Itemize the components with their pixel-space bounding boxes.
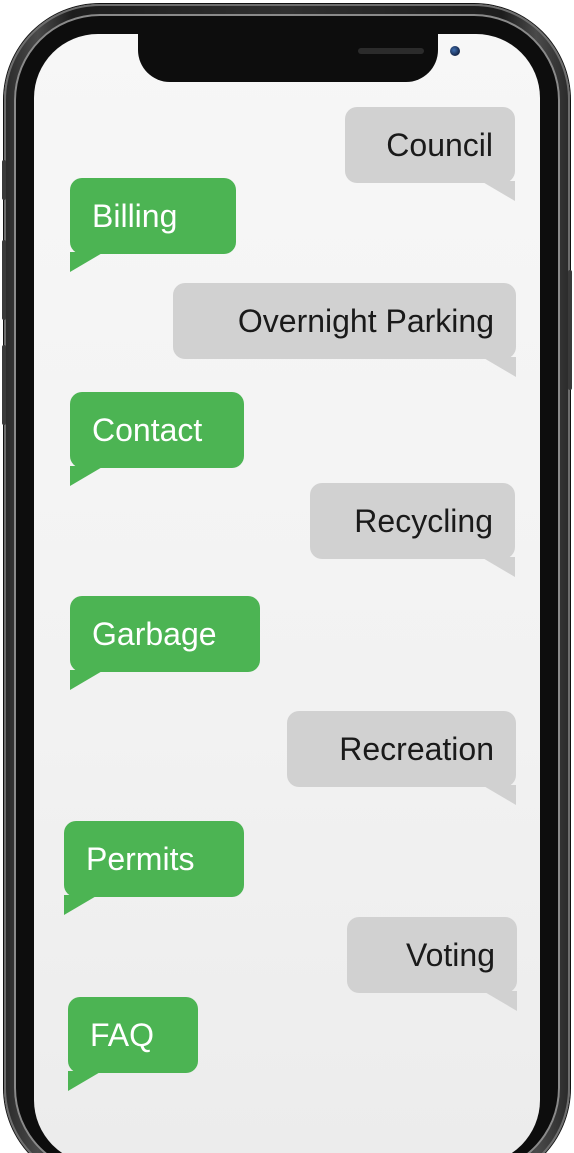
message-label: Permits xyxy=(86,841,195,877)
message-label: Garbage xyxy=(92,616,217,652)
mute-switch xyxy=(2,160,6,200)
volume-up-button xyxy=(2,240,6,320)
phone-screen: Council Billing Overnight Parking Contac… xyxy=(34,34,540,1153)
message-label: Council xyxy=(386,127,493,163)
message-bubble-overnight-parking[interactable]: Overnight Parking xyxy=(173,283,516,377)
message-bubble-garbage[interactable]: Garbage xyxy=(70,596,260,690)
message-label: Recreation xyxy=(339,731,494,767)
message-label: Recycling xyxy=(354,503,493,539)
message-bubble-voting[interactable]: Voting xyxy=(347,917,517,1011)
message-bubble-faq[interactable]: FAQ xyxy=(68,997,198,1091)
message-label: Contact xyxy=(92,412,203,448)
message-label: FAQ xyxy=(90,1017,155,1053)
power-button xyxy=(568,270,572,390)
message-bubble-council[interactable]: Council xyxy=(345,107,515,201)
message-bubble-recreation[interactable]: Recreation xyxy=(287,711,516,805)
message-bubble-contact[interactable]: Contact xyxy=(70,392,244,486)
notch xyxy=(138,34,460,82)
volume-down-button xyxy=(2,345,6,425)
message-bubble-permits[interactable]: Permits xyxy=(64,821,244,915)
message-label: Overnight Parking xyxy=(237,303,494,339)
message-label: Billing xyxy=(92,198,178,234)
message-bubble-recycling[interactable]: Recycling xyxy=(310,483,515,577)
speaker-icon xyxy=(358,48,424,54)
message-label: Voting xyxy=(406,937,495,973)
camera-icon xyxy=(450,46,460,56)
message-bubble-billing[interactable]: Billing xyxy=(70,178,236,272)
stage: Council Billing Overnight Parking Contac… xyxy=(0,0,574,1153)
